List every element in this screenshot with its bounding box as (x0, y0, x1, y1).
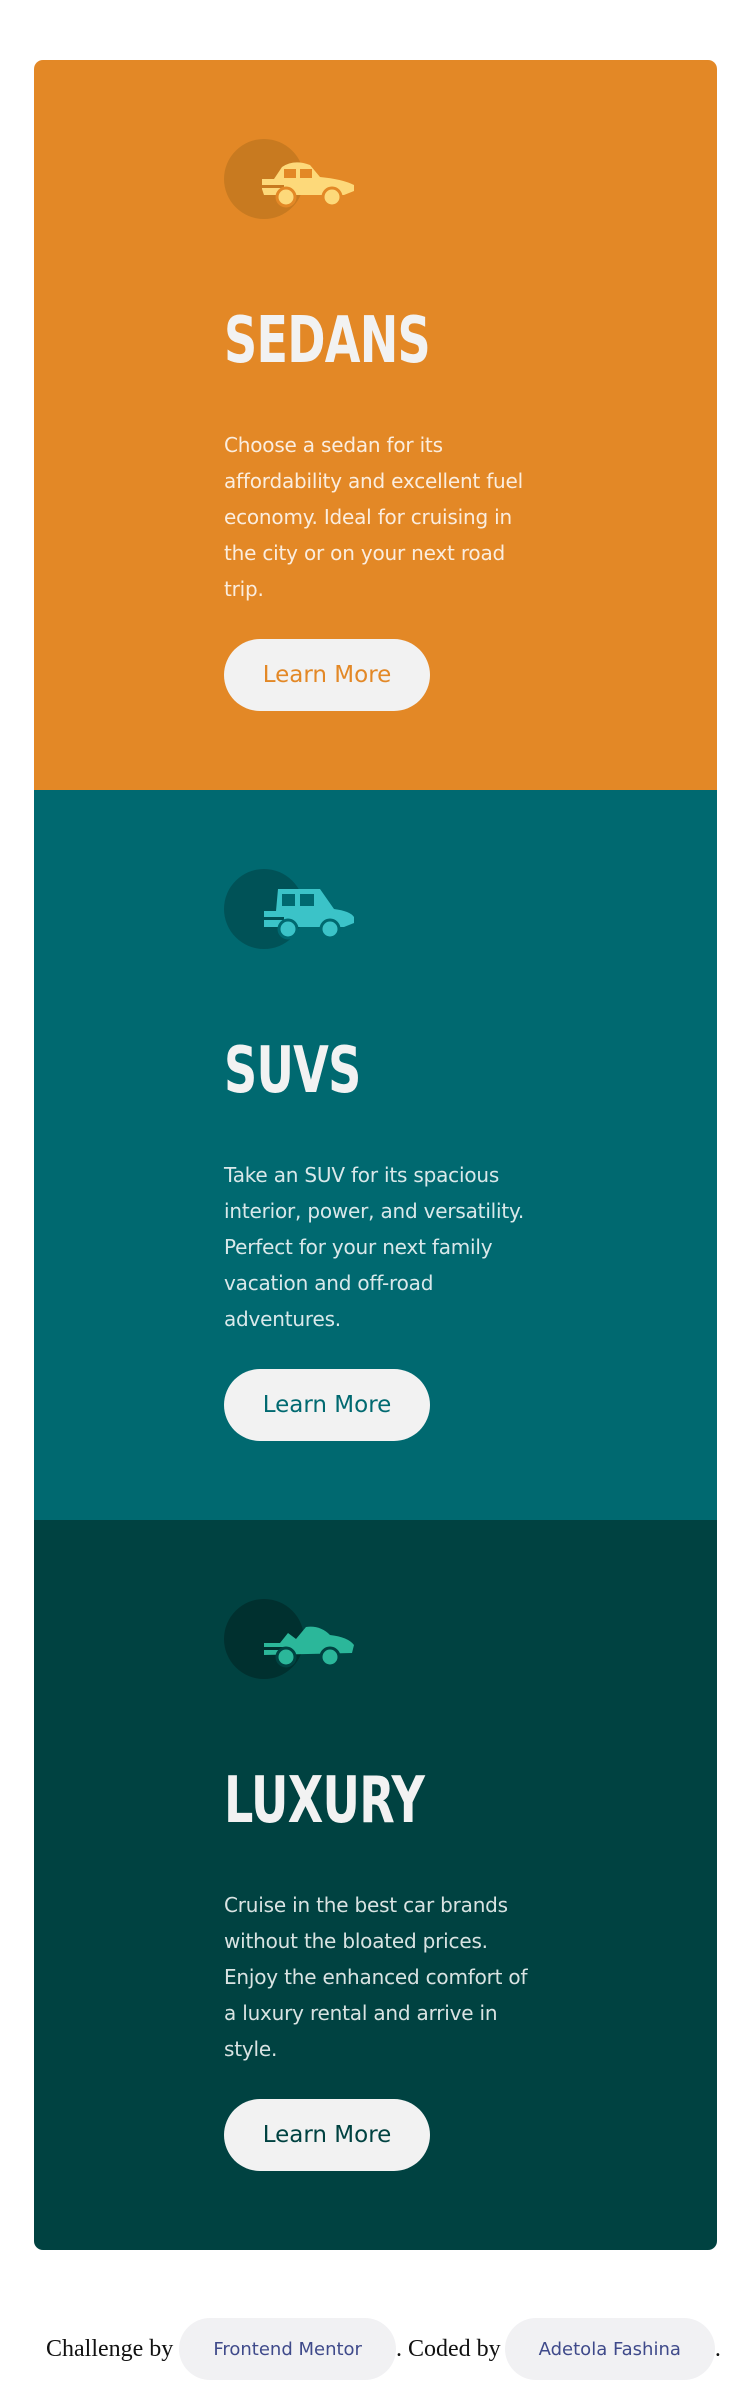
card-title: LUXURY (224, 1764, 425, 1838)
card-title: SEDANS (224, 304, 431, 378)
card-suvs-content: SUVS Take an SUV for its spacious interi… (224, 869, 544, 1441)
challenge-text: Challenge by (46, 2335, 174, 2362)
card-suvs: SUVS Take an SUV for its spacious interi… (34, 790, 717, 1520)
sedan-car-icon (224, 139, 354, 219)
learn-more-button-suvs[interactable]: Learn More (224, 1369, 430, 1441)
card-description: Take an SUV for its spacious interior, p… (224, 1163, 524, 1331)
attribution-footer: Challenge by Frontend Mentor . Coded by … (46, 2318, 721, 2380)
learn-more-button-luxury[interactable]: Learn More (224, 2099, 430, 2171)
cards-container: SEDANS Choose a sedan for its affordabil… (34, 60, 717, 2250)
card-title: SUVS (224, 1034, 361, 1108)
learn-more-button-sedans[interactable]: Learn More (224, 639, 430, 711)
frontend-mentor-link[interactable]: Frontend Mentor (179, 2318, 396, 2380)
suv-car-icon (224, 869, 354, 949)
author-link[interactable]: Adetola Fashina (504, 2318, 715, 2380)
footer-end-text: . (714, 2335, 721, 2362)
card-sedans-content: SEDANS Choose a sedan for its affordabil… (224, 139, 544, 711)
coded-by-text: . Coded by (395, 2335, 501, 2362)
card-description: Choose a sedan for its affordability and… (224, 433, 523, 601)
luxury-car-icon (224, 1599, 354, 1679)
card-luxury: LUXURY Cruise in the best car brands wit… (34, 1520, 717, 2250)
card-luxury-content: LUXURY Cruise in the best car brands wit… (224, 1599, 544, 2171)
card-description: Cruise in the best car brands without th… (224, 1893, 528, 2061)
card-sedans: SEDANS Choose a sedan for its affordabil… (34, 60, 717, 790)
